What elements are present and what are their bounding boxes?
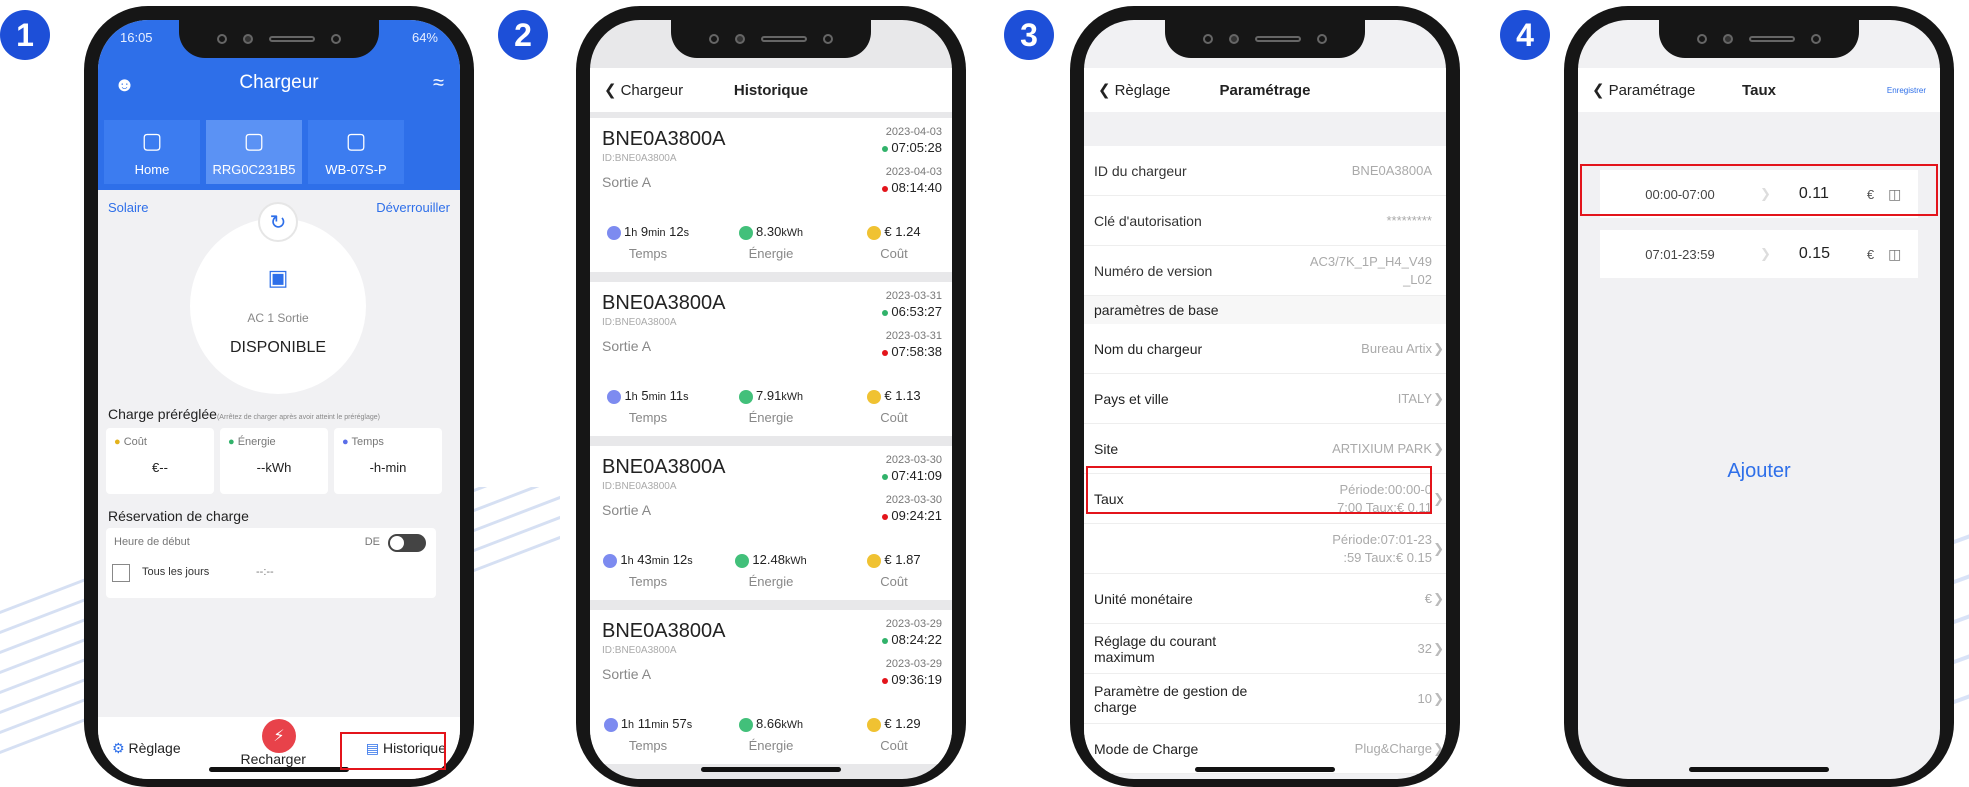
chevron-right-icon: ❯	[1433, 490, 1444, 506]
charger-screen: 16:05 64% ☻ Chargeur ≈ ▢ Home ▢ RRG0C231B5 …	[98, 20, 460, 779]
step-badge-4: 4	[1500, 10, 1550, 60]
charger-icon: ▢	[345, 127, 367, 153]
daily-time-value[interactable]: --:--	[256, 566, 274, 578]
status-circle: ↻ ▣ AC 1 Sortie DISPONIBLE	[190, 202, 366, 394]
chevron-right-icon: ❯	[1433, 390, 1444, 406]
highlight-first-rate	[1580, 164, 1938, 216]
phone-4: ❮ Paramétrage Taux Enregistrer 00:00-07:0…	[1564, 6, 1954, 787]
settings-navbar: ❮ Règlage Paramétrage	[1084, 68, 1446, 112]
preset-note: (Arrêtez de charger après avoir atteint …	[216, 414, 380, 421]
tab-wb-07s-p[interactable]: ▢ WB-07S-P	[308, 120, 404, 184]
row-rate-2[interactable]: Période:07:01-23 :59 Taux:€ 0.15 ❯	[1084, 524, 1446, 574]
group-basic-params: paramètres de base	[1084, 296, 1446, 324]
page-title: Paramétrage	[1219, 81, 1311, 99]
nav-charge-label[interactable]: Recharger	[241, 751, 306, 767]
settings-screen: ❮ Règlage Paramétrage ID du chargeur BNE0A…	[1084, 20, 1446, 779]
chevron-left-icon: ❮	[1098, 82, 1111, 99]
row-max-current[interactable]: Réglage du courant maximum 32 ❯	[1084, 624, 1446, 674]
reservation-title: Réservation de charge	[108, 508, 249, 524]
trash-icon[interactable]: ◫	[1888, 246, 1901, 263]
refresh-icon[interactable]: ↻	[258, 202, 298, 242]
add-rate-button[interactable]: Ajouter	[1578, 460, 1940, 483]
row-version: Numéro de version AC3/7K_1P_H4_V49 _L02	[1084, 246, 1446, 296]
rate-row[interactable]: 07:01-23:59 ❯ 0.15 € ◫	[1600, 230, 1918, 278]
back-button[interactable]: ❮ Règlage	[1098, 81, 1170, 100]
tab-home[interactable]: ▢ Home	[104, 120, 200, 184]
phone-1: 16:05 64% ☻ Chargeur ≈ ▢ Home ▢ RRG0C231B5 …	[84, 6, 474, 787]
wifi-settings-icon[interactable]: ≈	[433, 72, 444, 95]
save-button[interactable]: Enregistrer	[1887, 86, 1926, 95]
connector-label: AC 1 Sortie	[247, 311, 309, 325]
preset-cost-card[interactable]: ● Coût €--	[106, 428, 214, 494]
rates-screen: ❮ Paramétrage Taux Enregistrer 00:00-07:0…	[1578, 20, 1940, 779]
chevron-right-icon: ❯	[1433, 440, 1444, 456]
history-record[interactable]: BNE0A3800A ID:BNE0A3800A Sortie A 2023-04-…	[590, 118, 952, 272]
reservation-panel: Heure de début DE Tous les jours --:--	[106, 528, 436, 598]
chevron-right-icon: ❯	[1433, 740, 1444, 756]
chevron-right-icon: ❯	[1433, 340, 1444, 356]
history-navbar: ❮ Chargeur Historique	[590, 68, 952, 112]
row-load-management[interactable]: Paramètre de gestion de charge 10 ❯	[1084, 674, 1446, 724]
page-title: Taux	[1742, 81, 1776, 99]
chevron-left-icon: ❮	[604, 82, 617, 99]
history-record[interactable]: BNE0A3800A ID:BNE0A3800A Sortie A 2023-03-…	[590, 446, 952, 600]
charger-icon: ▢	[243, 127, 265, 153]
nav-settings[interactable]: ⚙ Règlage	[112, 740, 181, 757]
phone-2: ❮ Chargeur Historique BNE0A3800A ID:BNE0A3…	[576, 6, 966, 787]
history-record[interactable]: BNE0A3800A ID:BNE0A3800A Sortie A 2023-03-…	[590, 282, 952, 436]
row-auth-key: Clé d'autorisation *********	[1084, 196, 1446, 246]
tab-rrg0c231b5[interactable]: ▢ RRG0C231B5	[206, 120, 302, 184]
de-label: DE	[364, 536, 380, 548]
car-icon: ▣	[267, 265, 289, 290]
row-charger-name[interactable]: Nom du chargeur Bureau Artix ❯	[1084, 324, 1446, 374]
rates-navbar: ❮ Paramétrage Taux Enregistrer	[1578, 68, 1940, 112]
back-button[interactable]: ❮ Paramétrage	[1592, 81, 1695, 100]
daily-checkbox[interactable]	[112, 564, 130, 582]
gear-icon: ⚙	[112, 739, 125, 756]
chevron-right-icon: ❯	[1433, 540, 1444, 556]
step-badge-1: 1	[0, 10, 50, 60]
start-time-label: Heure de début	[114, 536, 190, 548]
charge-button[interactable]: ⚡	[262, 719, 296, 753]
chevron-left-icon: ❮	[1592, 82, 1605, 99]
step-badge-2: 2	[498, 10, 548, 60]
history-record[interactable]: BNE0A3800A ID:BNE0A3800A Sortie A 2023-03-…	[590, 610, 952, 764]
back-button[interactable]: ❮ Chargeur	[604, 81, 683, 100]
chevron-right-icon: ❯	[1433, 690, 1444, 706]
phone-3: ❮ Règlage Paramétrage ID du chargeur BNE0A…	[1070, 6, 1460, 787]
status-text: DISPONIBLE	[229, 339, 327, 356]
page-title: Chargeur	[239, 72, 319, 93]
preset-title: Charge préréglée	[108, 406, 217, 422]
preset-time-card[interactable]: ● Temps -h-min	[334, 428, 442, 494]
chevron-right-icon: ❯	[1433, 640, 1444, 656]
daily-label: Tous les jours	[142, 566, 210, 578]
status-time: 16:05	[120, 30, 153, 45]
chevron-right-icon: ❯	[1433, 590, 1444, 606]
step-badge-3: 3	[1004, 10, 1054, 60]
status-battery: 64%	[411, 30, 438, 45]
row-currency[interactable]: Unité monétaire € ❯	[1084, 574, 1446, 624]
row-country-city[interactable]: Pays et ville ITALY ❯	[1084, 374, 1446, 424]
highlight-rate	[1086, 466, 1432, 514]
history-screen: ❮ Chargeur Historique BNE0A3800A ID:BNE0A3…	[590, 20, 952, 779]
row-charger-id: ID du chargeur BNE0A3800A	[1084, 146, 1446, 196]
charger-icon: ▢	[141, 127, 163, 153]
page-title: Historique	[733, 81, 809, 99]
preset-energy-card[interactable]: ● Énergie --kWh	[220, 428, 328, 494]
solar-link[interactable]: Solaire	[108, 200, 148, 215]
reservation-toggle[interactable]	[388, 534, 426, 552]
unlock-link[interactable]: Déverrouiller	[376, 200, 450, 215]
highlight-history	[340, 732, 446, 770]
